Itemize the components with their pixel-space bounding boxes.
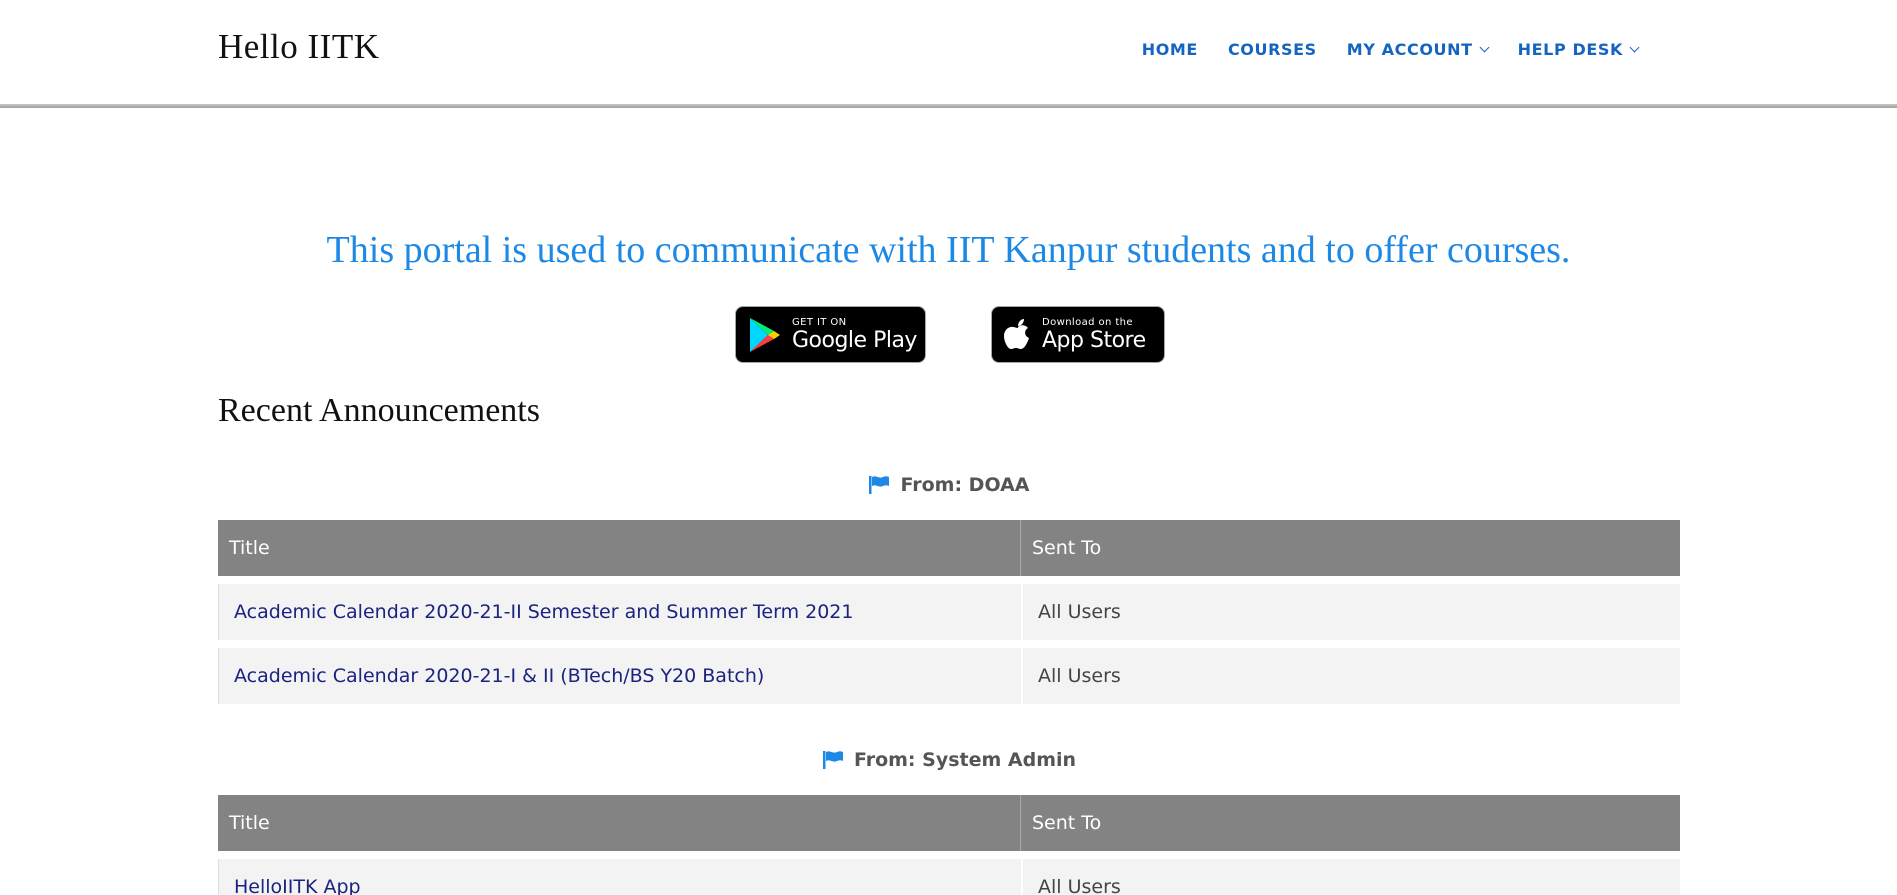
apple-icon — [1004, 318, 1029, 349]
announcement-recipients: All Users — [1023, 859, 1680, 895]
portal-tagline: This portal is used to communicate with … — [326, 229, 1571, 271]
announcement-title-link[interactable]: HelloIITK App — [218, 859, 1021, 895]
announcement-recipients: All Users — [1023, 584, 1680, 640]
announcements-table-doaa: Title Sent To Academic Calendar 2020-21-… — [218, 520, 1680, 704]
table-header: Title Sent To — [218, 795, 1680, 851]
google-play-badge[interactable]: GET IT ON Google Play — [735, 306, 926, 363]
announcement-title-link[interactable]: Academic Calendar 2020-21-II Semester an… — [218, 584, 1021, 640]
nav-my-account-label: MY ACCOUNT — [1346, 40, 1473, 59]
app-store-small: Download on the — [1042, 316, 1133, 328]
app-store-big: App Store — [1042, 327, 1146, 353]
nav-my-account[interactable]: MY ACCOUNT — [1346, 40, 1490, 59]
column-sent-to: Sent To — [1032, 812, 1102, 834]
google-play-big: Google Play — [792, 327, 917, 353]
chevron-down-icon — [1479, 42, 1490, 53]
google-play-icon — [750, 317, 780, 352]
column-sent-to: Sent To — [1032, 537, 1102, 559]
table-row: Academic Calendar 2020-21-I & II (BTech/… — [218, 648, 1680, 704]
main-nav: HOME COURSES MY ACCOUNT HELP DESK — [1112, 40, 1640, 59]
column-title: Title — [218, 795, 1021, 851]
google-play-small: GET IT ON — [792, 316, 847, 328]
nav-courses-label: COURSES — [1227, 40, 1317, 59]
announcement-source-label: From: System Admin — [853, 749, 1077, 771]
column-title: Title — [218, 520, 1021, 576]
flag-icon — [822, 751, 843, 769]
announcements-table-system-admin: Title Sent To HelloIITK App All Users — [218, 795, 1680, 895]
header-divider — [0, 104, 1897, 108]
announcement-title-link[interactable]: Academic Calendar 2020-21-I & II (BTech/… — [218, 648, 1021, 704]
site-header: Hello IITK HOME COURSES MY ACCOUNT HELP … — [0, 0, 1897, 104]
nav-help-desk[interactable]: HELP DESK — [1517, 40, 1640, 59]
recent-announcements-title: Recent Announcements — [218, 392, 540, 429]
table-header: Title Sent To — [218, 520, 1680, 576]
chevron-down-icon — [1629, 42, 1640, 53]
announcement-source-doaa: From: DOAA — [218, 474, 1680, 496]
announcement-source-system-admin: From: System Admin — [218, 749, 1680, 771]
nav-home-label: HOME — [1141, 40, 1198, 59]
announcement-recipients: All Users — [1023, 648, 1680, 704]
site-brand[interactable]: Hello IITK — [218, 27, 379, 67]
nav-home[interactable]: HOME — [1142, 40, 1198, 59]
announcement-source-label: From: DOAA — [900, 474, 1030, 496]
nav-courses[interactable]: COURSES — [1228, 40, 1317, 59]
flag-icon — [869, 476, 890, 494]
app-store-badge[interactable]: Download on the App Store — [991, 306, 1165, 363]
table-row: HelloIITK App All Users — [218, 859, 1680, 895]
nav-help-desk-label: HELP DESK — [1517, 40, 1623, 59]
table-row: Academic Calendar 2020-21-II Semester an… — [218, 584, 1680, 640]
